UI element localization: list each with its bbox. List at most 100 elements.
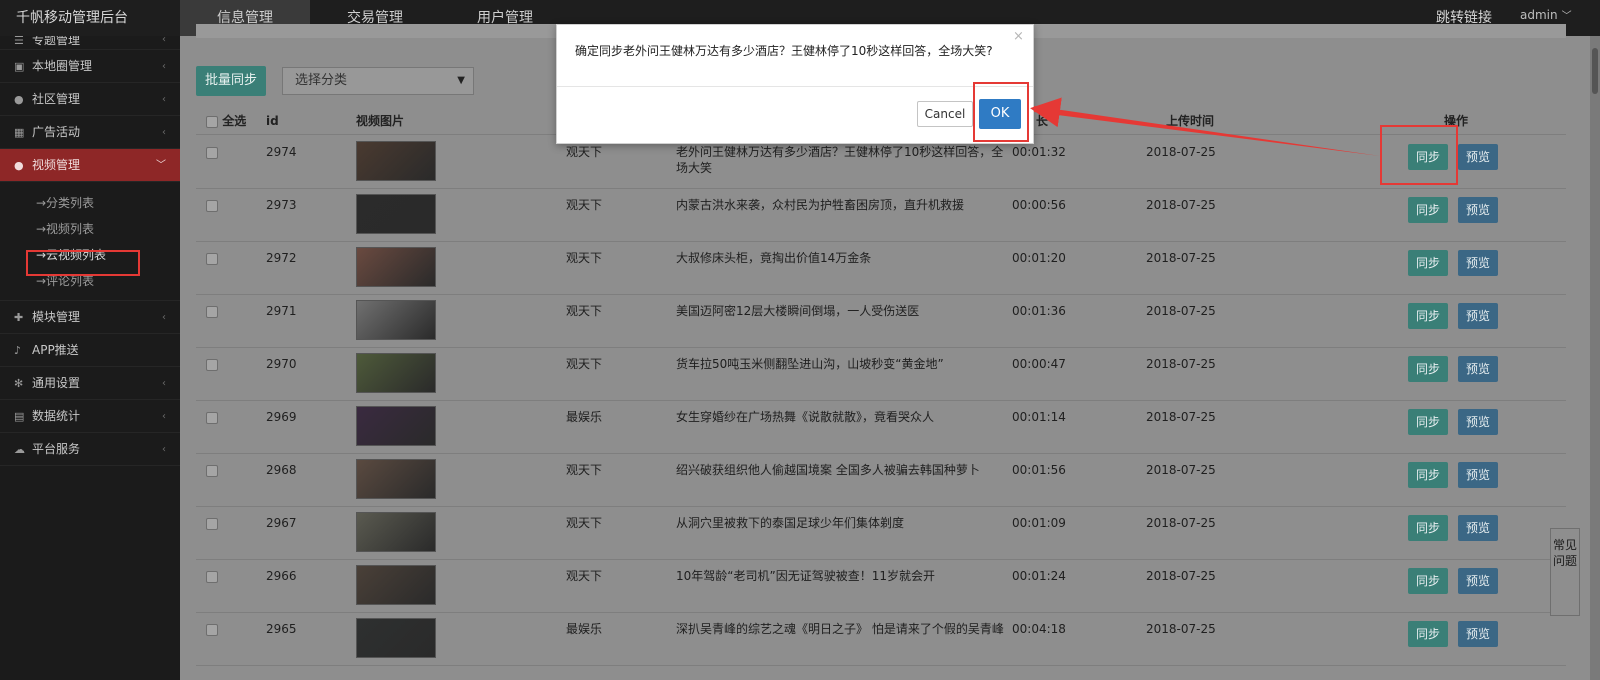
chevron-left-icon: ‹: [162, 36, 166, 45]
video-thumbnail: [356, 141, 436, 181]
header-duration: 长: [1036, 114, 1049, 128]
row-upload-date: 2018-07-25: [1146, 304, 1216, 318]
row-checkbox[interactable]: [206, 305, 218, 318]
preview-button[interactable]: 预览: [1458, 621, 1498, 647]
sidebar-item-label: APP推送: [32, 343, 79, 357]
row-id: 2966: [266, 569, 297, 583]
sidebar-item-label: 本地圈管理: [32, 59, 93, 73]
sidebar-item-community[interactable]: ● 社区管理 ‹: [0, 83, 180, 116]
sidebar-item-push[interactable]: ♪ APP推送: [0, 334, 180, 367]
sync-button[interactable]: 同步: [1408, 621, 1448, 647]
sync-button[interactable]: 同步: [1408, 462, 1448, 488]
row-upload-date: 2018-07-25: [1146, 145, 1216, 159]
sidebar-item-ads[interactable]: ▦ 广告活动 ‹: [0, 116, 180, 149]
row-checkbox-cell[interactable]: [206, 515, 218, 531]
row-upload-date: 2018-07-25: [1146, 198, 1216, 212]
scrollbar-track[interactable]: [1590, 36, 1600, 680]
sidebar-item-statistics[interactable]: ▤ 数据统计 ‹: [0, 400, 180, 433]
row-upload-date: 2018-07-25: [1146, 463, 1216, 477]
sidebar-item-topics[interactable]: ☰ 专题管理 ‹: [0, 36, 180, 50]
table-row: 2965 最娱乐 深扒吴青峰的综艺之魂《明日之子》 怕是请来了个假的吴青峰 00:04…: [196, 613, 1566, 666]
sidebar-item-label: 社区管理: [32, 92, 81, 106]
row-title: 深扒吴青峰的综艺之魂《明日之子》 怕是请来了个假的吴青峰: [676, 622, 1004, 636]
row-id: 2970: [266, 357, 297, 371]
row-duration: 00:01:14: [1012, 410, 1066, 424]
preview-button[interactable]: 预览: [1458, 409, 1498, 435]
row-category: 观天下: [566, 569, 603, 583]
select-all-checkbox[interactable]: [206, 115, 218, 128]
preview-button[interactable]: 预览: [1458, 515, 1498, 541]
preview-button[interactable]: 预览: [1458, 462, 1498, 488]
sync-button[interactable]: 同步: [1408, 409, 1448, 435]
preview-button[interactable]: 预览: [1458, 303, 1498, 329]
sidebar-item-modules[interactable]: ✚ 模块管理 ‹: [0, 301, 180, 334]
row-checkbox[interactable]: [206, 517, 218, 530]
cancel-button[interactable]: Cancel: [917, 101, 973, 127]
row-checkbox-cell[interactable]: [206, 303, 218, 319]
row-checkbox[interactable]: [206, 252, 218, 265]
video-thumbnail: [356, 512, 436, 552]
row-checkbox-cell[interactable]: [206, 250, 218, 266]
sync-button[interactable]: 同步: [1408, 197, 1448, 223]
preview-button[interactable]: 预览: [1458, 197, 1498, 223]
video-thumbnail: [356, 565, 436, 605]
submenu-cloud-video-list[interactable]: →云视频列表: [0, 242, 180, 268]
faq-tab[interactable]: 常见问题: [1550, 528, 1580, 616]
row-checkbox-cell[interactable]: [206, 197, 218, 213]
chevron-left-icon: ‹: [162, 411, 166, 422]
preview-button[interactable]: 预览: [1458, 568, 1498, 594]
image-icon: ▣: [14, 60, 25, 73]
row-checkbox-cell[interactable]: [206, 144, 218, 160]
sidebar-item-label: 平台服务: [32, 442, 81, 456]
sidebar-item-platform[interactable]: ☁ 平台服务 ‹: [0, 433, 180, 466]
sidebar-item-settings[interactable]: ✻ 通用设置 ‹: [0, 367, 180, 400]
row-checkbox[interactable]: [206, 411, 218, 424]
sync-button[interactable]: 同步: [1408, 144, 1448, 170]
submenu-category-list[interactable]: →分类列表: [0, 190, 180, 216]
row-checkbox-cell[interactable]: [206, 568, 218, 584]
batch-sync-button[interactable]: 批量同步: [196, 66, 266, 96]
row-checkbox[interactable]: [206, 358, 218, 371]
row-upload-date: 2018-07-25: [1146, 410, 1216, 424]
row-title: 美国迈阿密12层大楼瞬间倒塌，一人受伤送医: [676, 304, 920, 318]
submenu-video-list[interactable]: →视频列表: [0, 216, 180, 242]
select-all-header[interactable]: 全选: [206, 107, 246, 135]
table-row: 2971 观天下 美国迈阿密12层大楼瞬间倒塌，一人受伤送医 00:01:36 2018…: [196, 295, 1566, 348]
table-row: 2972 观天下 大叔修床头柜，竟掏出价值14万金条 00:01:20 2018-07-…: [196, 242, 1566, 295]
sync-button[interactable]: 同步: [1408, 303, 1448, 329]
row-checkbox[interactable]: [206, 199, 218, 212]
sync-button[interactable]: 同步: [1408, 568, 1448, 594]
row-checkbox[interactable]: [206, 464, 218, 477]
chevron-down-icon: ﹀: [1561, 11, 1572, 22]
row-id: 2972: [266, 251, 297, 265]
sidebar-item-video[interactable]: ● 视频管理 ﹀: [0, 149, 180, 182]
row-title: 老外问王健林万达有多少酒店？王健林停了10秒这样回答，全场大笑: [676, 145, 1004, 175]
sidebar-item-label: 专题管理: [32, 36, 81, 47]
row-checkbox-cell[interactable]: [206, 409, 218, 425]
sidebar-item-local[interactable]: ▣ 本地圈管理 ‹: [0, 50, 180, 83]
puzzle-icon: ✚: [14, 311, 24, 324]
row-checkbox-cell[interactable]: [206, 462, 218, 478]
sidebar-item-label: 通用设置: [32, 376, 81, 390]
row-checkbox-cell[interactable]: [206, 356, 218, 372]
row-category: 观天下: [566, 145, 603, 159]
sync-button[interactable]: 同步: [1408, 515, 1448, 541]
header-image: 视频图片: [356, 114, 405, 128]
scrollbar-thumb[interactable]: [1592, 48, 1598, 94]
preview-button[interactable]: 预览: [1458, 250, 1498, 276]
preview-button[interactable]: 预览: [1458, 356, 1498, 382]
submenu-comment-list[interactable]: →评论列表: [0, 268, 180, 294]
row-checkbox[interactable]: [206, 570, 218, 583]
ok-button[interactable]: OK: [979, 99, 1021, 129]
row-checkbox[interactable]: [206, 146, 218, 159]
users-icon: ●: [14, 159, 24, 172]
category-select[interactable]: 选择分类 ▼: [282, 67, 474, 95]
row-checkbox-cell[interactable]: [206, 621, 218, 637]
preview-button[interactable]: 预览: [1458, 144, 1498, 170]
chart-icon: ▤: [14, 410, 25, 423]
thumbnail-shade: [357, 354, 435, 392]
row-checkbox[interactable]: [206, 623, 218, 636]
sync-button[interactable]: 同步: [1408, 356, 1448, 382]
close-icon[interactable]: ×: [1013, 29, 1024, 44]
sync-button[interactable]: 同步: [1408, 250, 1448, 276]
